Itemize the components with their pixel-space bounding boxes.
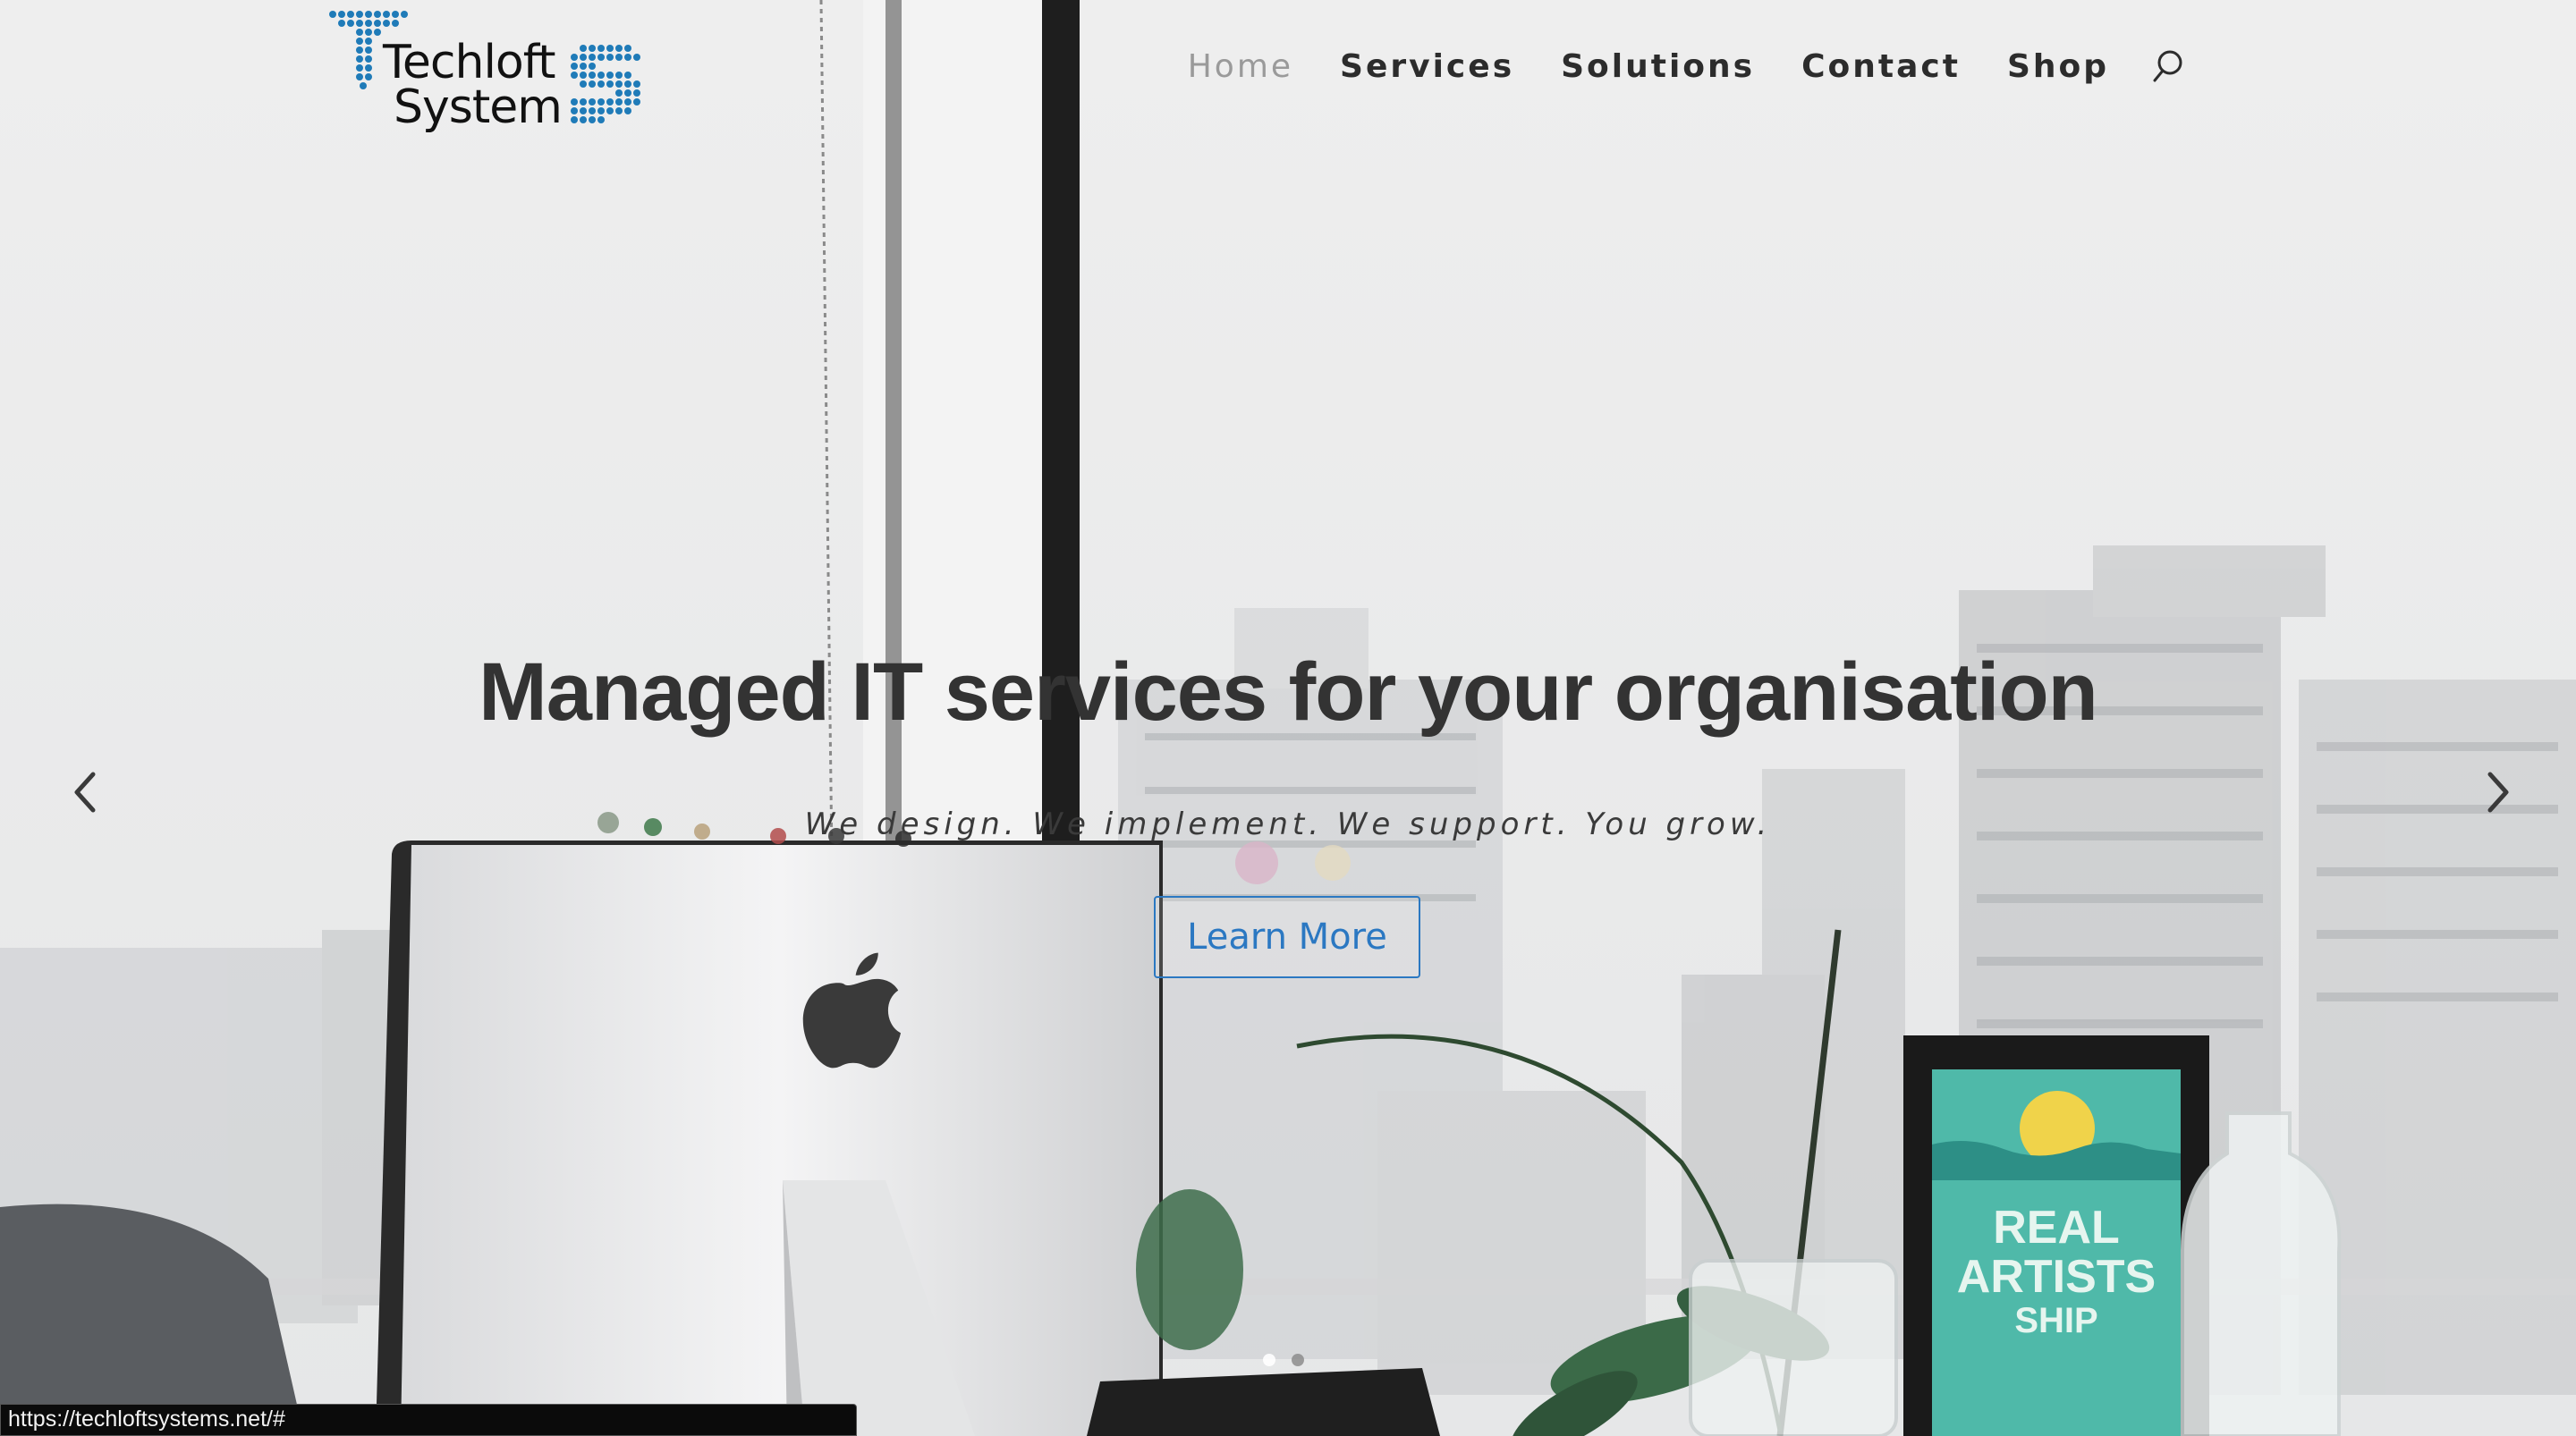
site-header: Techloft System Home Services Solutions … <box>0 0 2576 143</box>
slider-dot-1[interactable] <box>1263 1354 1275 1366</box>
slider-pagination <box>1263 1354 1304 1366</box>
hero-title: Managed IT services for your organisatio… <box>479 646 2098 738</box>
chevron-right-icon[interactable] <box>2470 765 2524 819</box>
nav-item-services[interactable]: Services <box>1340 48 1514 85</box>
learn-more-button[interactable]: Learn More <box>1154 896 1420 978</box>
hero-subtitle: We design. We implement. We support. You… <box>804 807 1772 842</box>
nav-item-contact[interactable]: Contact <box>1801 48 1961 85</box>
page: REAL ARTISTS SHIP Techloft System Home S… <box>0 0 2576 1436</box>
nav-item-home[interactable]: Home <box>1188 48 1293 85</box>
chevron-left-icon[interactable] <box>59 765 113 819</box>
browser-status-url: https://techloftsystems.net/# <box>0 1404 857 1436</box>
poster-text-line-2: ARTISTS <box>1957 1251 2156 1303</box>
slider-dot-2[interactable] <box>1292 1354 1304 1366</box>
nav-item-solutions[interactable]: Solutions <box>1561 48 1755 85</box>
main-navigation: Home Services Solutions Contact Shop <box>1141 46 2191 86</box>
nav-item-shop[interactable]: Shop <box>2007 48 2109 85</box>
site-logo[interactable]: Techloft System <box>327 7 649 137</box>
search-icon[interactable] <box>2152 46 2191 86</box>
logo-text-line-2: System <box>394 80 563 134</box>
poster-text-line-3: SHIP <box>2014 1301 2097 1340</box>
logo-text-line-1: Techloft <box>383 36 556 89</box>
poster-text-line-1: REAL <box>1993 1202 2120 1254</box>
